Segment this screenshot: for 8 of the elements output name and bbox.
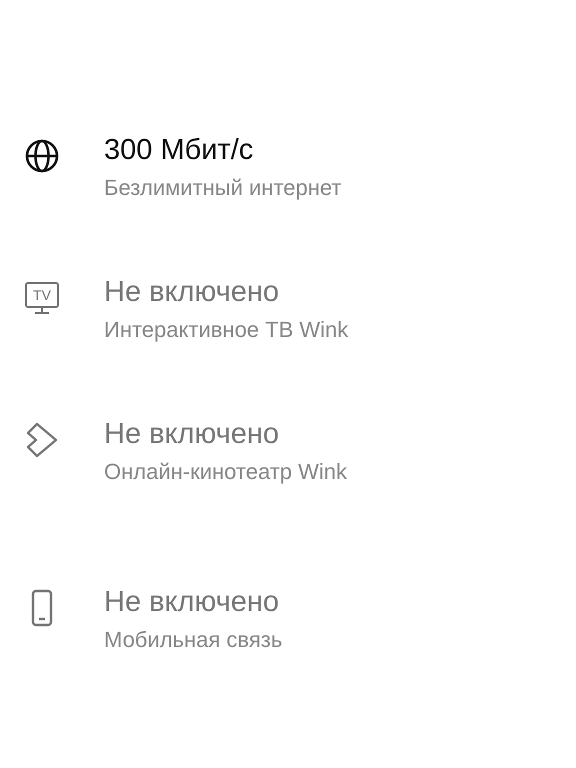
service-subtitle: Безлимитный интернет [104,174,342,202]
service-subtitle: Мобильная связь [104,626,282,654]
service-subtitle: Онлайн-кинотеатр Wink [104,458,348,486]
service-title: Не включено [104,585,280,620]
service-title: Не включено [104,275,280,310]
service-title: 300 Мбит/с [104,133,254,168]
service-title: Не включено [104,417,280,452]
service-subtitle: Интерактивное ТВ Wink [104,316,348,344]
